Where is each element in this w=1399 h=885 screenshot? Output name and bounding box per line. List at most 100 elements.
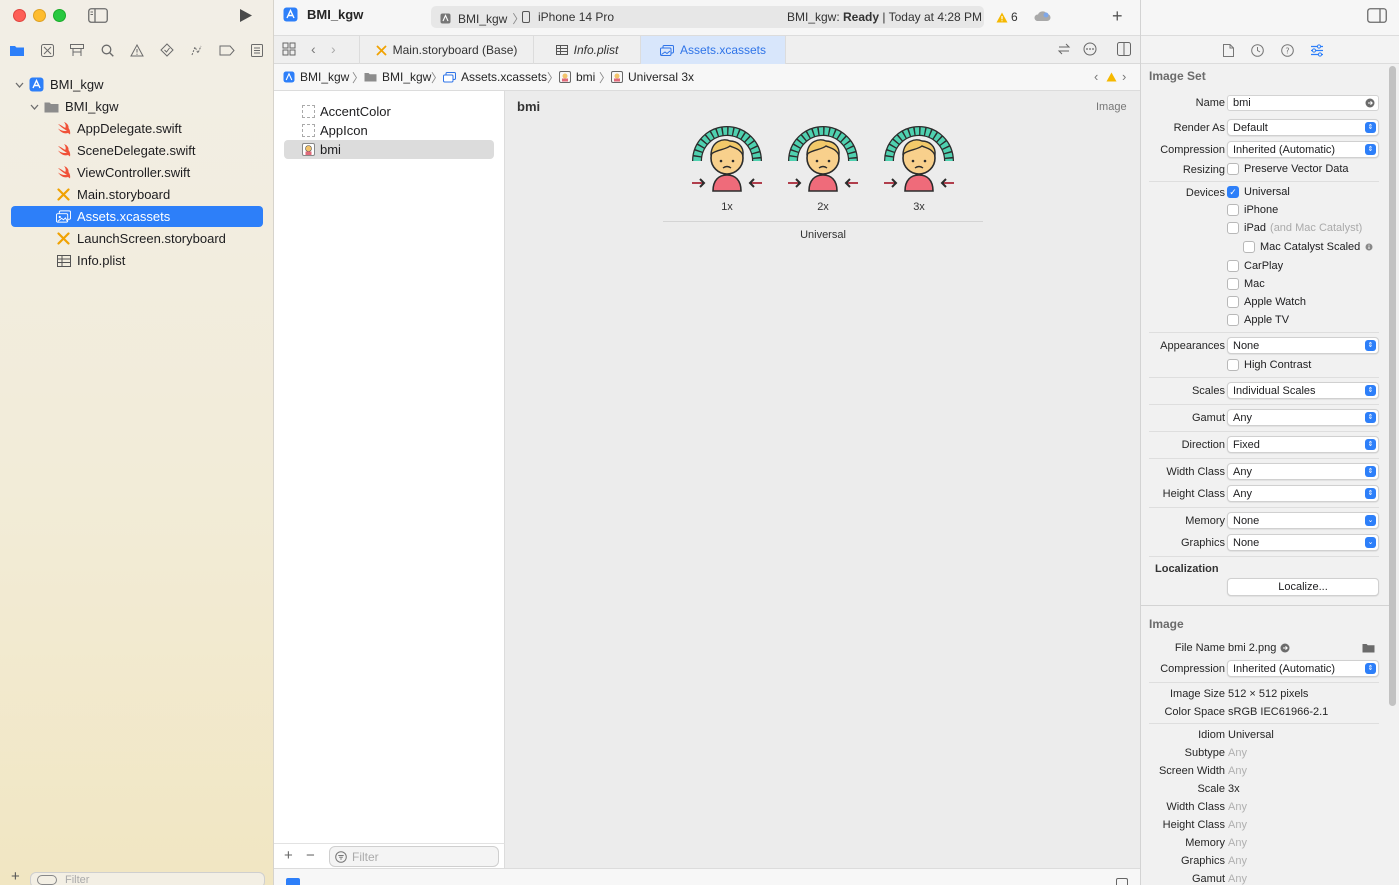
chevron-down-icon[interactable] — [29, 102, 39, 112]
device-apple-watch-checkbox[interactable]: Apple Watch — [1227, 296, 1306, 308]
tree-item-scenedelegate[interactable]: SceneDelegate.swift — [11, 140, 263, 161]
asset-accentcolor[interactable]: AccentColor — [284, 102, 494, 121]
help-inspector-icon[interactable]: ? — [1279, 42, 1295, 58]
memory-popup[interactable]: None ⌄ — [1227, 512, 1379, 529]
test-navigator-icon[interactable] — [159, 42, 175, 58]
add-asset-icon[interactable]: + — [284, 847, 293, 864]
device-ipad-checkbox[interactable]: iPad (and Mac Catalyst) — [1227, 222, 1362, 234]
arrow-circle-icon[interactable] — [1365, 98, 1375, 111]
breakpoint-navigator-icon[interactable] — [219, 42, 235, 58]
tree-item-project[interactable]: BMI_kgw — [11, 74, 263, 95]
warning-badge[interactable]: 6 — [996, 10, 1018, 24]
tab-main-storyboard[interactable]: Main.storyboard (Base) — [359, 36, 534, 64]
previous-issue-icon[interactable]: ‹ — [1094, 69, 1098, 84]
folder-icon[interactable] — [9, 42, 25, 58]
attributes-inspector-icon[interactable] — [1309, 42, 1325, 58]
close-window-button[interactable] — [13, 9, 26, 22]
tree-item-assets[interactable]: Assets.xcassets — [11, 206, 263, 227]
image-compression-popup[interactable]: Inherited (Automatic) ⇕ — [1227, 660, 1379, 677]
cloud-status-icon[interactable] — [1033, 10, 1051, 25]
preserve-vector-checkbox[interactable]: Preserve Vector Data — [1227, 163, 1349, 175]
tree-item-info-plist[interactable]: Info.plist — [11, 250, 263, 271]
device-universal-checkbox[interactable]: ✓ Universal — [1227, 186, 1290, 198]
source-control-icon[interactable] — [39, 42, 55, 58]
idiom-value: Universal — [1228, 729, 1274, 741]
more-options-icon[interactable] — [1083, 42, 1097, 59]
device-selector[interactable]: iPhone 14 Pro — [522, 10, 614, 24]
image-slot-1x[interactable]: 1x — [685, 121, 769, 213]
run-button[interactable] — [239, 8, 253, 23]
history-inspector-icon[interactable] — [1249, 42, 1265, 58]
high-contrast-checkbox[interactable]: High Contrast — [1227, 359, 1311, 371]
graphics-popup[interactable]: None ⌄ — [1227, 534, 1379, 551]
name-field[interactable]: bmi — [1227, 95, 1379, 111]
forward-arrow-icon[interactable]: › — [331, 41, 336, 57]
tree-item-main-storyboard[interactable]: Main.storyboard — [11, 184, 263, 205]
device-carplay-checkbox[interactable]: CarPlay — [1227, 260, 1283, 272]
device-apple-tv-checkbox[interactable]: Apple TV — [1227, 314, 1289, 326]
asset-filter-input[interactable]: Filter — [329, 846, 499, 867]
minimize-window-button[interactable] — [33, 9, 46, 22]
warning-icon[interactable] — [1106, 71, 1117, 85]
appearances-popup[interactable]: None ⇕ — [1227, 337, 1379, 354]
add-icon[interactable]: + — [11, 869, 20, 884]
inspector-scrollbar[interactable] — [1389, 66, 1396, 706]
tab-info-plist[interactable]: Info.plist — [534, 36, 641, 64]
scales-popup[interactable]: Individual Scales ⇕ — [1227, 382, 1379, 399]
image-slot-2x[interactable]: 2x — [781, 121, 865, 213]
tab-assets[interactable]: Assets.xcassets — [641, 36, 786, 64]
checkbox-box — [1227, 296, 1239, 308]
navigator-filter-input[interactable]: Filter — [30, 872, 265, 885]
height-class-popup[interactable]: Any ⇕ — [1227, 485, 1379, 502]
direction-popup[interactable]: Fixed ⇕ — [1227, 436, 1379, 453]
remove-asset-icon[interactable]: − — [306, 847, 315, 864]
sidebar-toggle-icon[interactable] — [88, 8, 108, 23]
next-issue-icon[interactable]: › — [1122, 69, 1126, 84]
asset-appicon[interactable]: AppIcon — [284, 121, 494, 140]
device-mac-checkbox[interactable]: Mac — [1227, 278, 1265, 290]
asset-bmi[interactable]: bmi — [284, 140, 494, 159]
subtype-value: Any — [1228, 747, 1247, 759]
find-icon[interactable] — [99, 42, 115, 58]
tree-item-group[interactable]: BMI_kgw — [11, 96, 263, 117]
chevron-down-icon[interactable] — [14, 80, 24, 90]
console-toggle-icon[interactable] — [1116, 878, 1128, 885]
breadcrumb-image-set[interactable]: bmi — [559, 70, 595, 84]
debug-navigator-icon[interactable] — [189, 42, 205, 58]
compression-popup[interactable]: Inherited (Automatic) ⇕ — [1227, 141, 1379, 158]
debug-area-toggle-icon[interactable] — [286, 878, 300, 885]
localize-button[interactable]: Localize... — [1227, 578, 1379, 596]
split-editor-icon[interactable] — [1117, 42, 1131, 59]
render-as-popup[interactable]: Default ⇕ — [1227, 119, 1379, 136]
swap-arrows-icon[interactable] — [1057, 42, 1071, 59]
related-items-grid-icon[interactable] — [282, 42, 296, 59]
symbol-navigator-icon[interactable] — [69, 42, 85, 58]
inspector-toggle-icon[interactable] — [1367, 8, 1387, 26]
breadcrumb-project[interactable]: BMI_kgw — [283, 70, 349, 84]
back-arrow-icon[interactable]: ‹ — [311, 41, 316, 57]
issue-navigator-icon[interactable] — [129, 42, 145, 58]
zoom-window-button[interactable] — [53, 9, 66, 22]
report-navigator-icon[interactable] — [249, 42, 265, 58]
swift-file-icon — [56, 165, 71, 180]
breadcrumb-assets[interactable]: Assets.xcassets — [443, 70, 547, 84]
breadcrumb-scale[interactable]: Universal 3x — [611, 70, 694, 84]
add-library-icon[interactable]: + — [1112, 7, 1123, 25]
tree-item-appdelegate[interactable]: AppDelegate.swift — [11, 118, 263, 139]
filter-placeholder: Filter — [352, 849, 379, 864]
gamut-popup[interactable]: Any ⇕ — [1227, 409, 1379, 426]
folder-icon[interactable] — [1362, 642, 1375, 656]
tree-item-viewcontroller[interactable]: ViewController.swift — [11, 162, 263, 183]
arrow-circle-icon[interactable] — [1280, 643, 1290, 653]
width-class-popup[interactable]: Any ⇕ — [1227, 463, 1379, 480]
device-iphone-checkbox[interactable]: iPhone — [1227, 204, 1278, 216]
tree-item-label: BMI_kgw — [50, 77, 104, 92]
file-inspector-icon[interactable] — [1220, 42, 1236, 58]
tree-item-launchscreen[interactable]: LaunchScreen.storyboard — [11, 228, 263, 249]
image-slot-3x[interactable]: 3x — [877, 121, 961, 213]
scheme-selector[interactable]: BMI_kgw 〉 — [440, 10, 524, 27]
mac-catalyst-scaled-checkbox[interactable]: Mac Catalyst Scaled — [1243, 241, 1373, 253]
info-icon[interactable] — [1365, 243, 1373, 251]
breadcrumb-group[interactable]: BMI_kgw — [364, 70, 431, 84]
height-class-value: Any — [1233, 487, 1252, 500]
